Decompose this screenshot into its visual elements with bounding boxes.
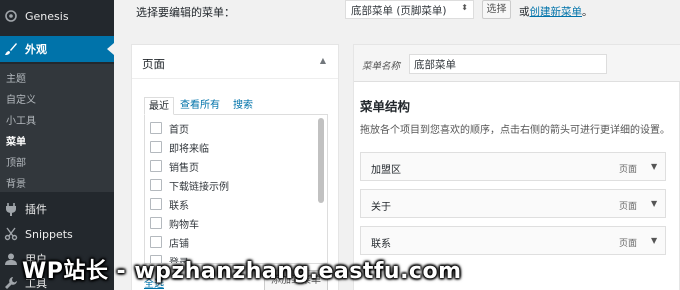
list-item[interactable]: 联系 xyxy=(150,196,189,212)
sidebar-item-snippets[interactable]: Snippets xyxy=(0,221,114,247)
collapse-arrow-icon[interactable]: ▲ xyxy=(320,56,326,65)
submenu-item-menus[interactable]: 菜单 xyxy=(6,133,26,148)
page-label: 首页 xyxy=(169,124,189,136)
selected-menu-value: 底部菜单 (页脚菜单) xyxy=(351,5,447,17)
watermark-text: WP站长 - wpzhanzhang.eastfu.com xyxy=(22,259,462,284)
sidebar-item-plugins[interactable]: 插件 xyxy=(0,196,114,222)
menu-item-label: 关于 xyxy=(371,202,391,213)
checkbox[interactable] xyxy=(150,141,162,153)
menu-name-header: 菜单名称 底部菜单 xyxy=(354,45,680,82)
list-scrollbar[interactable] xyxy=(318,118,324,203)
plug-icon xyxy=(6,203,16,216)
submenu-item-background[interactable]: 背景 xyxy=(6,175,26,190)
pages-panel-header[interactable]: 页面 ▲ xyxy=(132,45,338,79)
list-item[interactable]: 店铺 xyxy=(150,234,189,250)
list-item[interactable]: 首页 xyxy=(150,120,189,136)
menu-name-label: 菜单名称 xyxy=(362,61,401,72)
tab-recent[interactable]: 最近 xyxy=(144,97,174,115)
or-text: 或 xyxy=(519,6,530,18)
wrench-icon xyxy=(5,277,17,289)
period-text: 。 xyxy=(582,6,593,18)
expand-arrow-icon[interactable]: ▼ xyxy=(651,162,657,171)
sidebar-item-label: Snippets xyxy=(25,227,73,241)
checkbox[interactable] xyxy=(150,160,162,172)
menu-structure-description: 拖放各个项目到您喜欢的顺序，点击右侧的箭头可进行更详细的设置。 xyxy=(360,125,670,136)
tab-search[interactable]: 搜索 xyxy=(233,97,253,115)
checkbox[interactable] xyxy=(150,236,162,248)
page-label: 购物车 xyxy=(169,219,199,231)
appearance-submenu: 主题 自定义 小工具 菜单 顶部 背景 xyxy=(0,64,114,192)
menu-item-label: 联系 xyxy=(371,239,391,250)
checkbox[interactable] xyxy=(150,179,162,191)
list-item[interactable]: 即将来临 xyxy=(150,139,209,155)
list-item[interactable]: 购物车 xyxy=(150,215,199,231)
admin-sidebar: Genesis 外观 主题 自定义 小工具 菜单 顶部 背景 插件 Snippe… xyxy=(0,0,114,290)
menu-item[interactable]: 关于 页面 ▼ xyxy=(360,189,666,218)
page-label: 下载链接示例 xyxy=(169,181,229,193)
pages-panel-title: 页面 xyxy=(142,57,165,71)
sidebar-item-label: Genesis xyxy=(25,9,69,23)
submenu-item-customize[interactable]: 自定义 xyxy=(6,91,36,106)
checkbox[interactable] xyxy=(150,122,162,134)
submenu-item-themes[interactable]: 主题 xyxy=(6,70,26,85)
sidebar-item-label: 插件 xyxy=(25,203,47,216)
menu-structure-title: 菜单结构 xyxy=(360,99,411,114)
sidebar-item-genesis[interactable]: Genesis xyxy=(0,3,114,29)
page-label: 联系 xyxy=(169,200,189,212)
expand-arrow-icon[interactable]: ▼ xyxy=(651,236,657,245)
submenu-item-header[interactable]: 顶部 xyxy=(6,154,26,169)
sidebar-item-appearance[interactable]: 外观 xyxy=(0,36,114,62)
submenu-item-widgets[interactable]: 小工具 xyxy=(6,112,36,127)
tab-view-all[interactable]: 查看所有 xyxy=(180,97,220,115)
create-new-menu-link[interactable]: 创建新菜单 xyxy=(530,6,583,18)
menu-item-type: 页面 xyxy=(619,202,638,212)
checkbox[interactable] xyxy=(150,217,162,229)
menu-item-type: 页面 xyxy=(619,239,638,249)
page-label: 销售页 xyxy=(169,162,199,174)
menu-select-dropdown[interactable]: 底部菜单 (页脚菜单) ⬍ xyxy=(345,0,474,19)
sidebar-item-label: 外观 xyxy=(25,43,47,56)
menu-item[interactable]: 加盟区 页面 ▼ xyxy=(360,152,666,181)
paintbrush-icon xyxy=(5,43,17,55)
menu-item-label: 加盟区 xyxy=(371,165,401,176)
page-label: 店铺 xyxy=(169,238,189,250)
user-icon xyxy=(5,253,17,265)
page-label: 即将来临 xyxy=(169,143,209,155)
select-button[interactable]: 选择 xyxy=(482,0,511,19)
updown-arrows-icon: ⬍ xyxy=(461,3,468,12)
menu-select-bar: 选择要编辑的菜单： 底部菜单 (页脚菜单) ⬍ 选择 或创建新菜单。 xyxy=(114,0,680,32)
list-item[interactable]: 销售页 xyxy=(150,158,199,174)
scissors-icon xyxy=(4,227,18,241)
menu-item[interactable]: 联系 页面 ▼ xyxy=(360,226,666,255)
pages-checklist: 首页 即将来临 销售页 下载链接示例 联系 购物车 店铺 登录 xyxy=(144,114,328,264)
select-menu-label: 选择要编辑的菜单： xyxy=(136,6,235,19)
list-item[interactable]: 下载链接示例 xyxy=(150,177,229,193)
create-menu-prompt: 或创建新菜单。 xyxy=(519,4,593,19)
genesis-icon xyxy=(5,10,17,22)
expand-arrow-icon[interactable]: ▼ xyxy=(651,199,657,208)
menu-name-input[interactable]: 底部菜单 xyxy=(409,54,607,74)
checkbox[interactable] xyxy=(150,198,162,210)
menu-item-type: 页面 xyxy=(619,165,638,175)
